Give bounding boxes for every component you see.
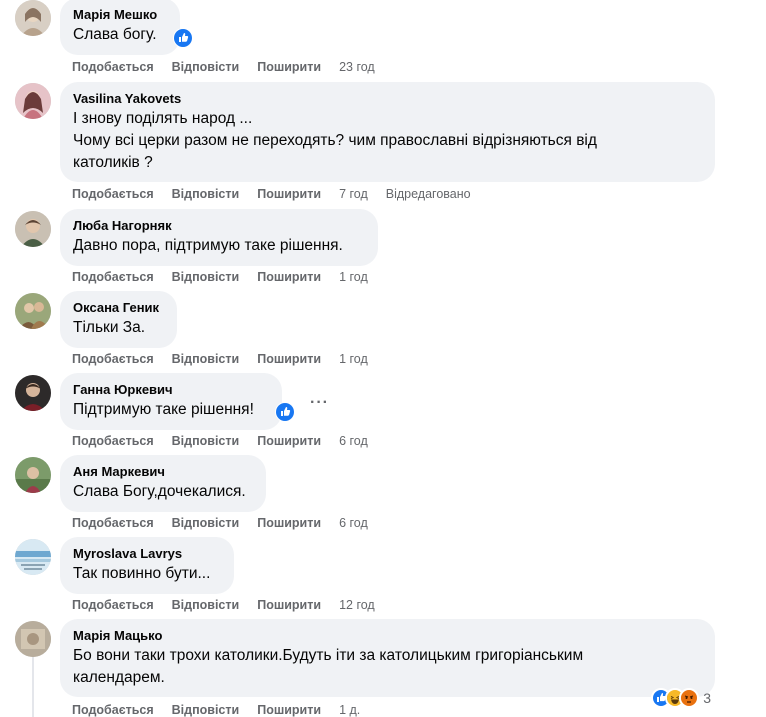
comment-actions: Подобається Відповісти Поширити 23 год <box>72 59 393 75</box>
comment-bubble: Myroslava Lavrys Так повинно бути... <box>60 537 234 594</box>
more-options-icon[interactable]: ··· <box>310 395 329 411</box>
reaction-badge[interactable] <box>275 402 295 422</box>
comment-author[interactable]: Марія Мацько <box>73 627 703 645</box>
comment-text: Чому всі церки разом не переходять? чим … <box>73 132 597 149</box>
share-link[interactable]: Поширити <box>257 59 321 75</box>
comment-text: І знову поділять народ ... <box>73 110 253 127</box>
like-link[interactable]: Подобається <box>72 59 154 75</box>
comment-bubble: Ганна Юркевич Підтримую таке рішення! <box>60 373 282 430</box>
share-link[interactable]: Поширити <box>257 186 321 202</box>
thumbs-up-icon <box>174 29 192 47</box>
comment-actions: Подобається Відповісти Поширити 1 год <box>72 269 386 285</box>
comment-time[interactable]: 1 д. <box>339 702 360 717</box>
share-link[interactable]: Поширити <box>257 433 321 449</box>
share-link[interactable]: Поширити <box>257 351 321 367</box>
like-link[interactable]: Подобається <box>72 186 154 202</box>
like-link[interactable]: Подобається <box>72 433 154 449</box>
comment-time[interactable]: 7 год <box>339 186 368 202</box>
comment-author[interactable]: Аня Маркевич <box>73 463 254 481</box>
comment-author[interactable]: Vasilina Yakovets <box>73 90 703 108</box>
comment-text: Бо вони таки трохи католики.Будуть іти з… <box>73 647 584 664</box>
comment-text: календарем. <box>73 669 165 686</box>
like-link[interactable]: Подобається <box>72 351 154 367</box>
thumbs-up-icon <box>276 403 294 421</box>
like-link[interactable]: Подобається <box>72 597 154 613</box>
like-link[interactable]: Подобається <box>72 702 154 717</box>
comment-time[interactable]: 6 год <box>339 515 368 531</box>
comment-author[interactable]: Люба Нагорняк <box>73 217 366 235</box>
like-link[interactable]: Подобається <box>72 269 154 285</box>
avatar[interactable] <box>15 457 51 493</box>
comment-bubble: Аня Маркевич Слава Богу,дочекалися. <box>60 455 266 512</box>
comment-time[interactable]: 1 год <box>339 269 368 285</box>
comment-bubble: Марія Мацько Бо вони таки трохи католики… <box>60 619 715 697</box>
share-link[interactable]: Поширити <box>257 702 321 717</box>
comment-author[interactable]: Оксана Геник <box>73 299 165 317</box>
reply-link[interactable]: Відповісти <box>172 515 240 531</box>
share-link[interactable]: Поширити <box>257 269 321 285</box>
edited-label: Відредаговано <box>385 187 471 201</box>
comment-author[interactable]: Марія Мешко <box>73 6 168 24</box>
share-link[interactable]: Поширити <box>257 515 321 531</box>
avatar[interactable] <box>15 83 51 119</box>
reply-link[interactable]: Відповісти <box>172 702 240 717</box>
like-link[interactable]: Подобається <box>72 515 154 531</box>
comment-actions: Подобається Відповісти Поширити 6 год <box>72 433 386 449</box>
comment-text: Підтримую таке рішення! <box>73 401 254 418</box>
comment-bubble: Люба Нагорняк Давно пора, підтримую таке… <box>60 209 378 266</box>
avatar[interactable] <box>15 375 51 411</box>
reaction-count: 3 <box>703 690 711 706</box>
comment-text: Тільки За. <box>73 319 146 336</box>
comment-bubble: Vasilina Yakovets І знову поділять народ… <box>60 82 715 182</box>
comment-bubble: Оксана Геник Тільки За. <box>60 291 177 348</box>
reply-link[interactable]: Відповісти <box>172 433 240 449</box>
thread-line <box>32 657 34 717</box>
comment-actions: Подобається Відповісти Поширити 6 год <box>72 515 386 531</box>
avatar[interactable] <box>15 293 51 329</box>
comment-author[interactable]: Ганна Юркевич <box>73 381 270 399</box>
comment-actions: Подобається Відповісти Поширити 1 год <box>72 351 386 367</box>
comment-text: Давно пора, підтримую таке рішення. <box>73 237 343 254</box>
comment-author[interactable]: Myroslava Lavrys <box>73 545 222 563</box>
reaction-badge[interactable] <box>173 28 193 48</box>
comment-bubble: Марія Мешко Слава богу. <box>60 0 180 55</box>
comment-actions: Подобається Відповісти Поширити 12 год <box>72 597 393 613</box>
avatar[interactable] <box>15 211 51 247</box>
comment-text: Слава богу. <box>73 26 157 43</box>
reply-link[interactable]: Відповісти <box>172 351 240 367</box>
comment-text: Слава Богу,дочекалися. <box>73 483 246 500</box>
comment-time[interactable]: 1 год <box>339 351 368 367</box>
comment-time[interactable]: 12 год <box>339 597 375 613</box>
comment-actions: Подобається Відповісти Поширити 7 год Відред… <box>72 186 471 202</box>
avatar[interactable] <box>15 0 51 36</box>
reaction-summary[interactable]: 3 <box>651 687 711 709</box>
avatar[interactable] <box>15 621 51 657</box>
comment-time[interactable]: 6 год <box>339 433 368 449</box>
reply-link[interactable]: Відповісти <box>172 186 240 202</box>
reply-link[interactable]: Відповісти <box>172 59 240 75</box>
reply-link[interactable]: Відповісти <box>172 269 240 285</box>
angry-face-icon <box>679 688 700 708</box>
share-link[interactable]: Поширити <box>257 597 321 613</box>
avatar[interactable] <box>15 539 51 575</box>
comment-text: католиків ? <box>73 154 153 171</box>
reply-link[interactable]: Відповісти <box>172 597 240 613</box>
comment-time[interactable]: 23 год <box>339 59 375 75</box>
comment-text: Так повинно бути... <box>73 565 211 582</box>
comment-actions: Подобається Відповісти Поширити 1 д. <box>72 702 378 717</box>
